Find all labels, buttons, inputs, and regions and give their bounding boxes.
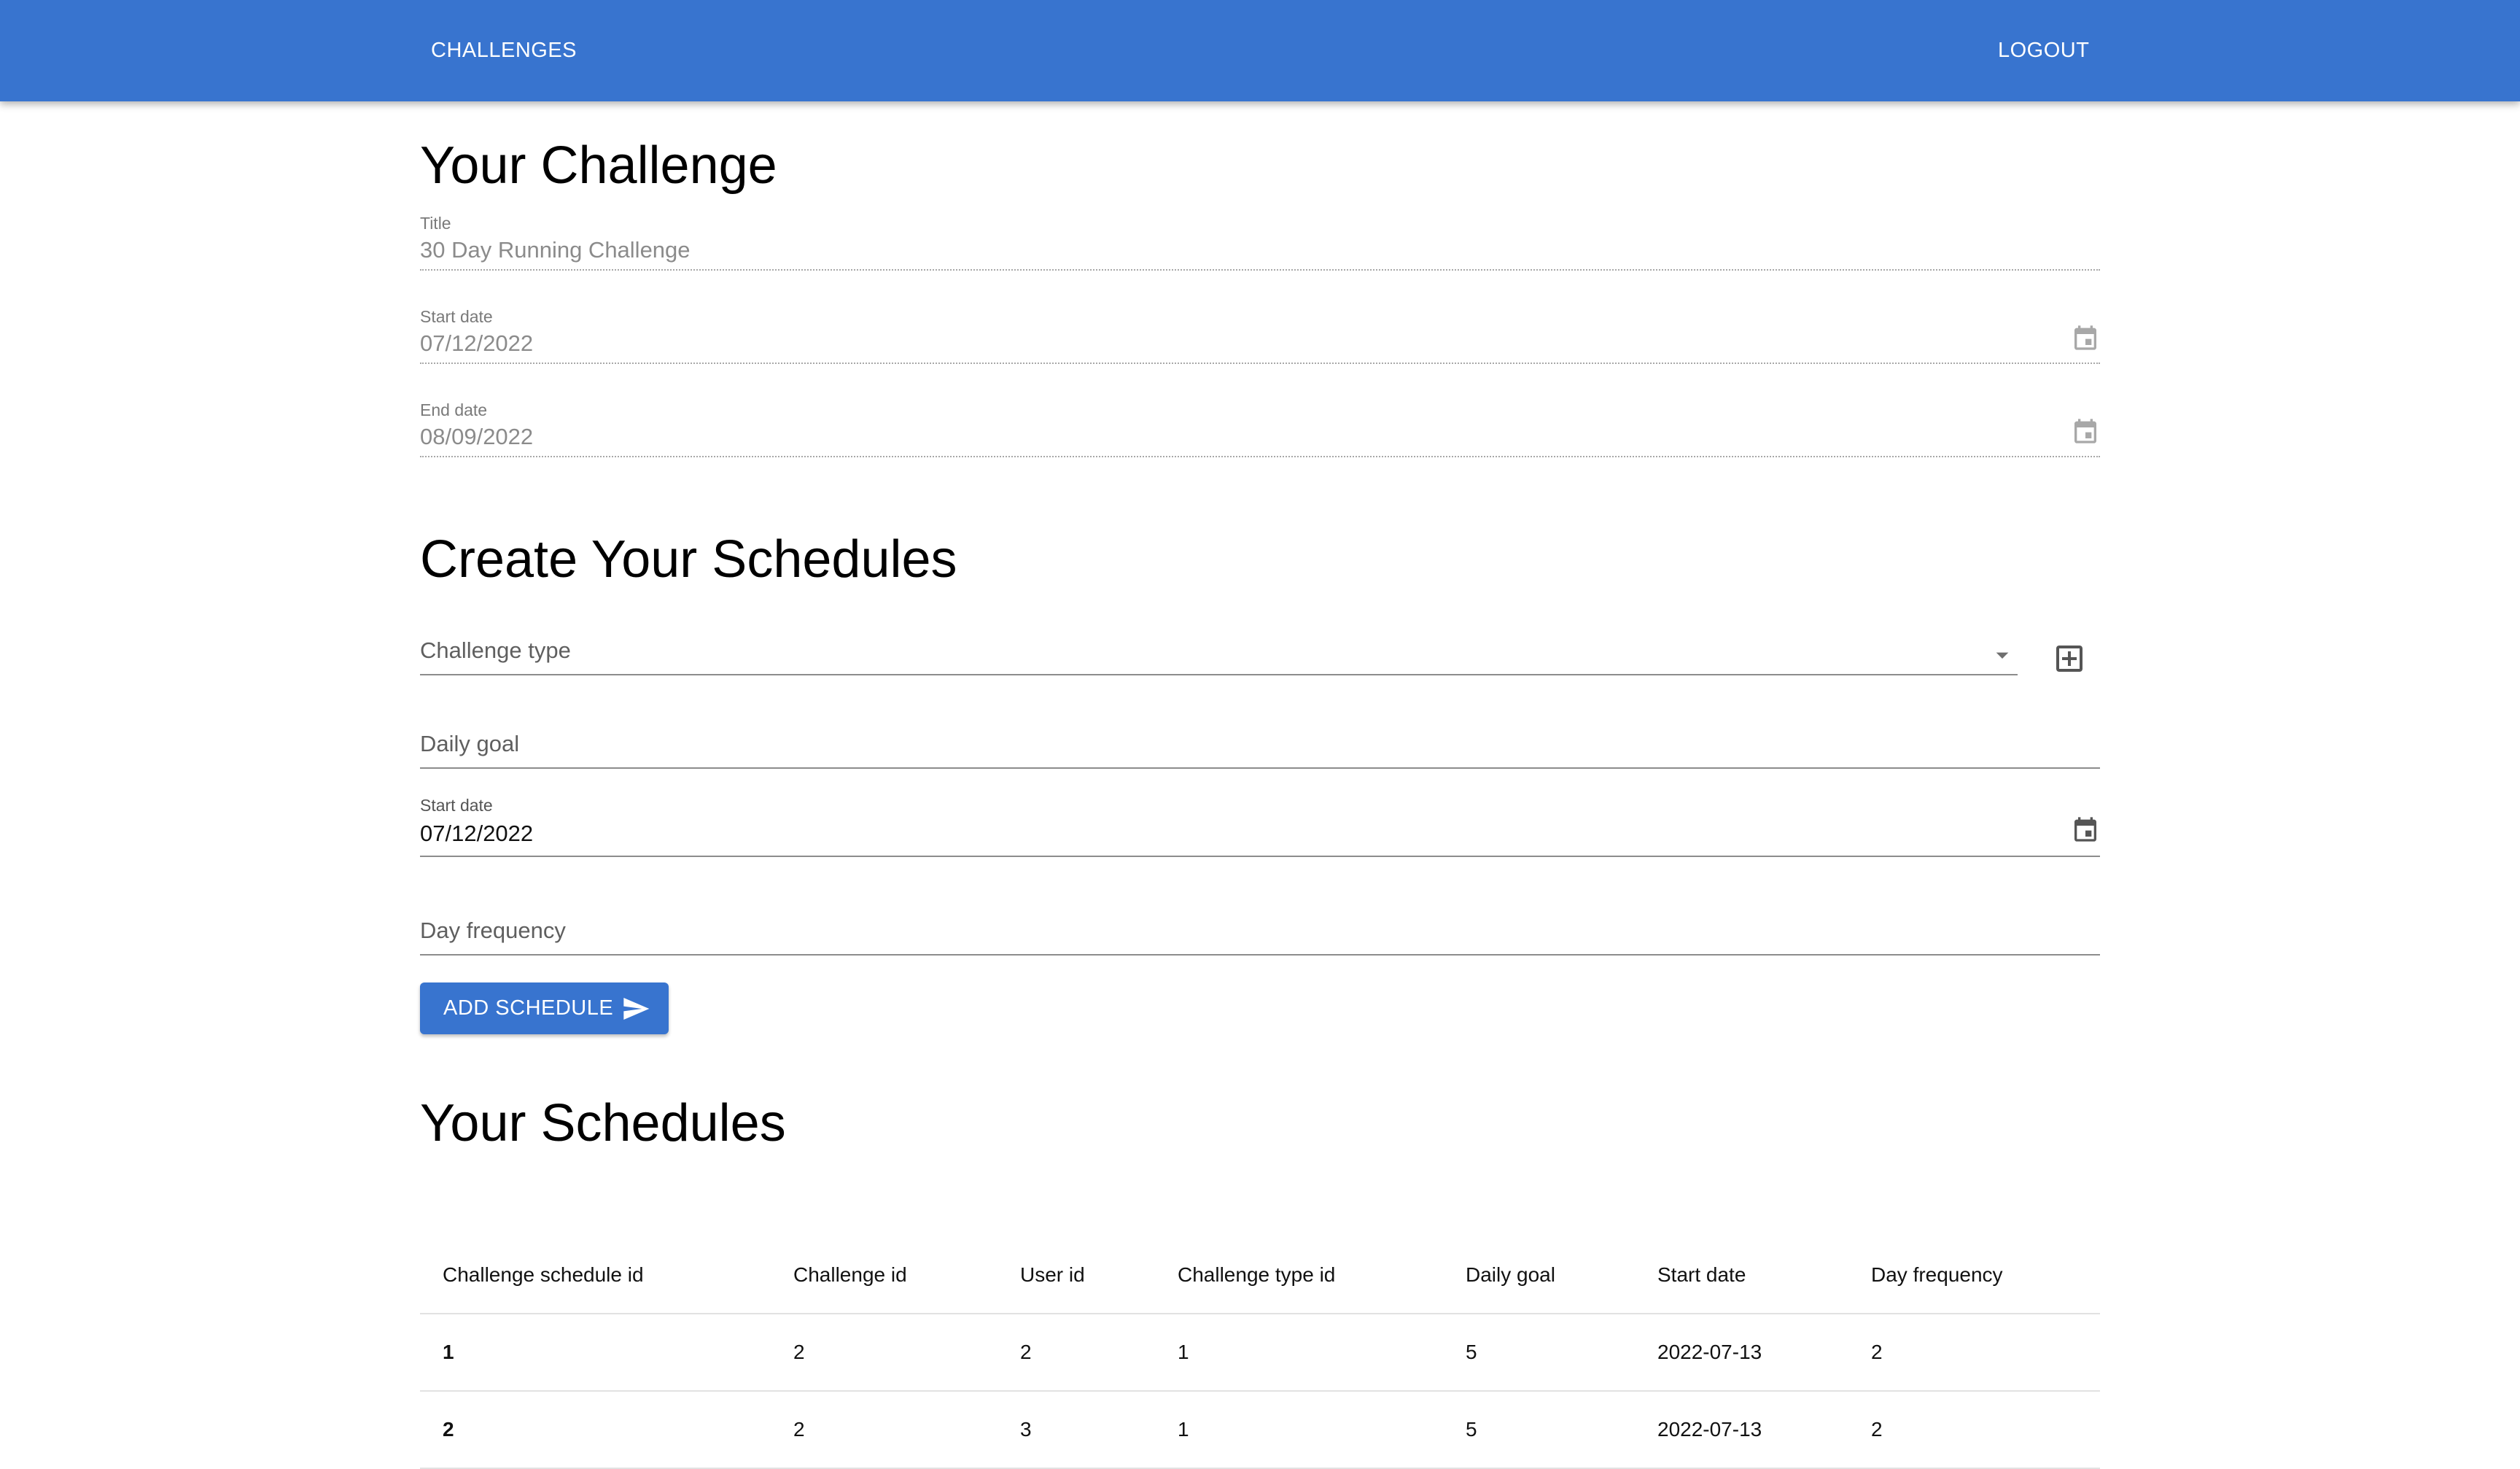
- schedules-table: Challenge schedule id Challenge id User …: [420, 1237, 2100, 1469]
- challenge-type-underline: [420, 674, 2018, 675]
- day-frequency-label: Day frequency: [420, 918, 566, 943]
- column-header[interactable]: Daily goal: [1466, 1237, 1555, 1313]
- chevron-down-icon[interactable]: [1988, 640, 2017, 670]
- table-cell: 2: [793, 1418, 805, 1441]
- table-cell: 5: [1466, 1418, 1477, 1441]
- add-schedule-button[interactable]: Add Schedule: [420, 982, 669, 1034]
- table-cell: 5: [1466, 1341, 1477, 1363]
- schedule-start-date-field[interactable]: Start date 07/12/2022: [420, 796, 2100, 876]
- challenge-start-date-value: 07/12/2022: [420, 330, 534, 356]
- column-header[interactable]: Challenge schedule id: [443, 1237, 644, 1313]
- challenge-start-date-underline: [420, 363, 2100, 364]
- title-field[interactable]: Title 30 Day Running Challenge: [420, 214, 2100, 271]
- schedule-start-date-underline: [420, 856, 2100, 857]
- column-header[interactable]: Start date: [1657, 1237, 1746, 1313]
- table-cell: 2: [1020, 1341, 1032, 1363]
- table-cell: 1: [1178, 1418, 1189, 1441]
- column-header[interactable]: Day frequency: [1871, 1237, 2003, 1313]
- column-header[interactable]: Challenge type id: [1178, 1237, 1335, 1313]
- day-frequency-input[interactable]: Day frequency: [420, 918, 2100, 988]
- table-header-row: Challenge schedule id Challenge id User …: [420, 1237, 2100, 1314]
- title-value: 30 Day Running Challenge: [420, 237, 691, 263]
- your-challenge-heading: Your Challenge: [420, 136, 777, 195]
- challenge-end-date-underline: [420, 456, 2100, 457]
- challenge-end-date-label: End date: [420, 400, 488, 419]
- calendar-icon[interactable]: [2071, 815, 2100, 844]
- table-cell: 1: [443, 1341, 454, 1363]
- title-underline: [420, 269, 2100, 271]
- daily-goal-input[interactable]: Daily goal: [420, 731, 2100, 801]
- challenge-type-select[interactable]: Challenge type: [420, 637, 2018, 708]
- table-row[interactable]: 2 2 3 1 5 2022-07-13 2: [420, 1392, 2100, 1469]
- calendar-icon[interactable]: [2071, 323, 2100, 352]
- challenge-start-date-label: Start date: [420, 307, 493, 326]
- table-cell: 2022-07-13: [1657, 1341, 1762, 1363]
- table-cell: 2: [1871, 1418, 1883, 1441]
- table-cell: 2: [1871, 1341, 1883, 1363]
- column-header[interactable]: Challenge id: [793, 1237, 907, 1313]
- send-icon: [623, 998, 650, 1020]
- challenge-end-date-field[interactable]: End date 08/09/2022: [420, 400, 2100, 457]
- challenge-type-label: Challenge type: [420, 637, 571, 663]
- schedule-start-date-value: 07/12/2022: [420, 821, 534, 846]
- create-schedules-heading: Create Your Schedules: [420, 530, 957, 589]
- title-label: Title: [420, 214, 451, 233]
- challenge-end-date-value: 08/09/2022: [420, 424, 534, 449]
- add-box-icon[interactable]: [2052, 641, 2087, 676]
- table-cell: 3: [1020, 1418, 1032, 1441]
- schedule-start-date-label: Start date: [420, 796, 493, 815]
- challenges-nav-button[interactable]: Challenges: [431, 32, 577, 69]
- daily-goal-underline: [420, 767, 2100, 769]
- table-cell: 2022-07-13: [1657, 1418, 1762, 1441]
- day-frequency-underline: [420, 954, 2100, 956]
- table-row[interactable]: 1 2 2 1 5 2022-07-13 2: [420, 1314, 2100, 1392]
- daily-goal-label: Daily goal: [420, 731, 520, 756]
- add-schedule-label: Add Schedule: [443, 996, 614, 1020]
- table-cell: 1: [1178, 1341, 1189, 1363]
- app-bar: Challenges Logout: [0, 0, 2520, 101]
- table-cell: 2: [793, 1341, 805, 1363]
- logout-button[interactable]: Logout: [1998, 32, 2089, 69]
- column-header[interactable]: User id: [1020, 1237, 1085, 1313]
- challenge-start-date-field[interactable]: Start date 07/12/2022: [420, 307, 2100, 364]
- calendar-icon[interactable]: [2071, 416, 2100, 446]
- your-schedules-heading: Your Schedules: [420, 1094, 786, 1152]
- table-cell: 2: [443, 1418, 454, 1441]
